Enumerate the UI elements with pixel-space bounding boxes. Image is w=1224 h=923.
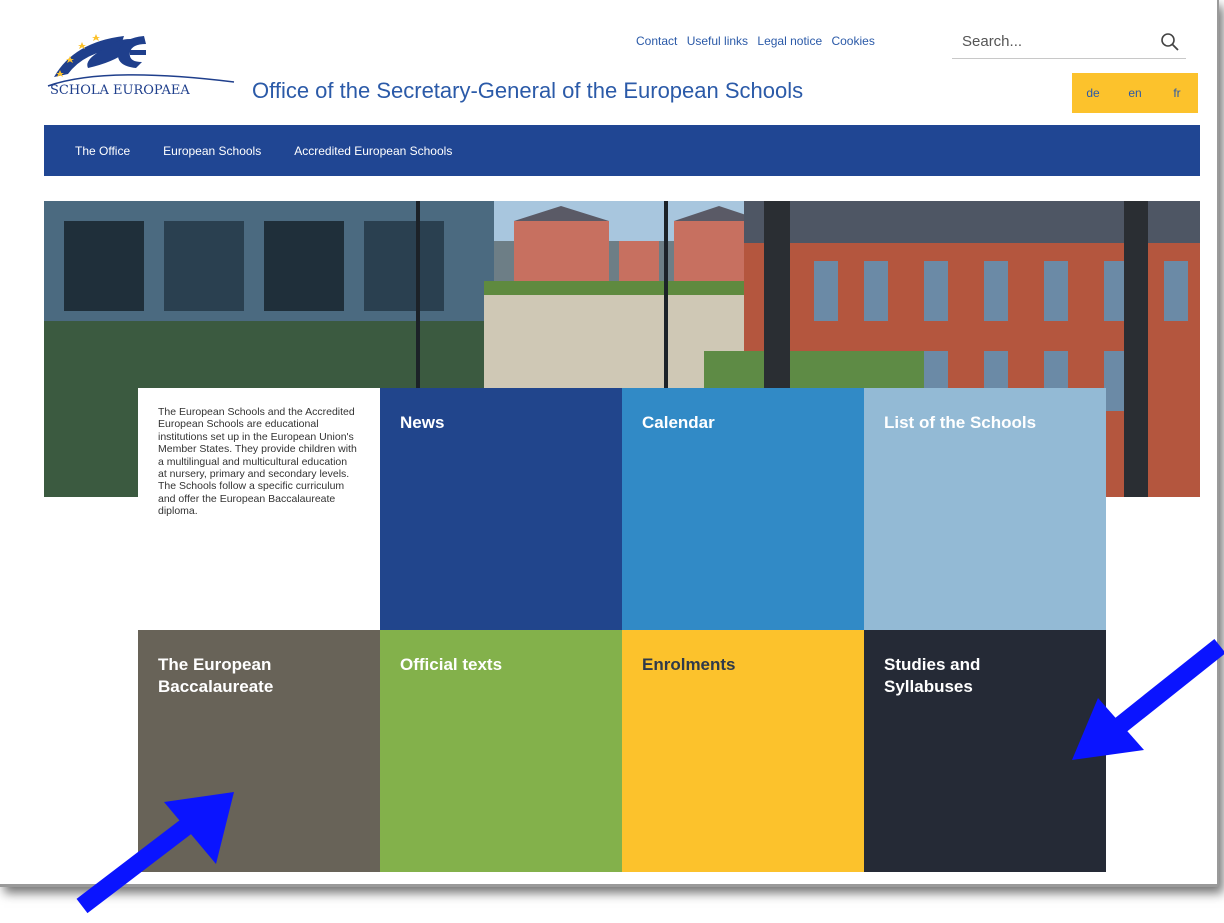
- site-title[interactable]: Office of the Secretary-General of the E…: [252, 78, 803, 104]
- search-icon[interactable]: [1160, 32, 1180, 52]
- cookies-link[interactable]: Cookies: [831, 34, 874, 48]
- tile-enrolments-label: Enrolments: [642, 655, 736, 674]
- tile-studies-and-syllabuses-label: Studies and Syllabuses: [884, 655, 981, 696]
- tile-calendar[interactable]: Calendar: [622, 388, 864, 630]
- tile-news-label: News: [400, 413, 445, 432]
- tile-european-baccalaureate-label: The European Baccalaureate: [158, 655, 274, 696]
- top-links: Contact Useful links Legal notice Cookie…: [636, 34, 881, 48]
- lang-en-button[interactable]: en: [1114, 73, 1156, 113]
- lang-fr-button[interactable]: fr: [1156, 73, 1198, 113]
- arrow-icon: [76, 792, 234, 914]
- intro-text: The European Schools and the Accredited …: [158, 406, 357, 518]
- nav-item-european-schools[interactable]: European Schools: [163, 144, 261, 158]
- language-switcher: de en fr: [1072, 73, 1198, 113]
- nav-item-accredited-european-schools[interactable]: Accredited European Schools: [294, 144, 452, 158]
- tile-list-of-the-schools[interactable]: List of the Schools: [864, 388, 1106, 630]
- tile-official-texts-label: Official texts: [400, 655, 503, 674]
- legal-notice-link[interactable]: Legal notice: [757, 34, 822, 48]
- tile-official-texts[interactable]: Official texts: [380, 630, 622, 872]
- tile-calendar-label: Calendar: [642, 413, 715, 432]
- arrow-icon: [1072, 638, 1224, 760]
- lang-de-button[interactable]: de: [1072, 73, 1114, 113]
- tile-enrolments[interactable]: Enrolments: [622, 630, 864, 872]
- main-nav: The Office European Schools Accredited E…: [44, 125, 1200, 176]
- nav-item-the-office[interactable]: The Office: [75, 144, 130, 158]
- logo-text: SCHOLA EUROPAEA: [50, 83, 190, 98]
- tile-list-of-the-schools-label: List of the Schools: [884, 413, 1037, 432]
- useful-links-link[interactable]: Useful links: [687, 34, 748, 48]
- schola-europaea-logo-icon[interactable]: SCHOLA EUROPAEA: [44, 22, 244, 102]
- contact-link[interactable]: Contact: [636, 34, 677, 48]
- browser-page: SCHOLA EUROPAEA Office of the Secretary-…: [0, 0, 1219, 887]
- tile-news[interactable]: News: [380, 388, 622, 630]
- intro-box: The European Schools and the Accredited …: [138, 388, 380, 630]
- search-box: [952, 26, 1186, 59]
- search-input[interactable]: [960, 32, 1144, 51]
